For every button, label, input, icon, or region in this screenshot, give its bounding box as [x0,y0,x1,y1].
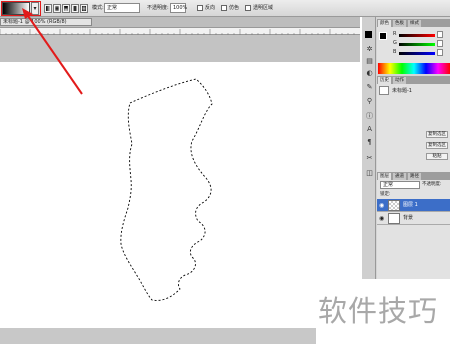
layer-name: 图层 1 [403,202,418,208]
tab-paths[interactable]: 路径 [408,173,421,180]
tab-channels[interactable]: 通道 [393,173,406,180]
slider-r[interactable]: R [393,31,443,39]
tab-layers[interactable]: 图层 [378,173,391,180]
color-panel-tabs: 颜色 色板 样式 [377,19,450,27]
text-icon[interactable]: A [365,125,374,134]
layers-icon[interactable]: ◫ [365,169,374,178]
transparency-checkbox[interactable] [245,5,251,11]
watermark: 软件技巧 [318,294,439,328]
options-bar: ▾ 模式: 正常 不透明度: 100% 反向 仿色 透明区域 [0,0,450,17]
horizontal-scrollbar[interactable] [0,328,316,344]
foreground-swatch[interactable] [379,32,387,40]
layer-thumbnail [388,200,400,211]
blend-mode-select[interactable]: 正常 [380,181,420,189]
angle-gradient-button[interactable] [62,4,70,13]
layers-opacity-label: 不透明度: [422,182,442,187]
foreground-color-icon[interactable] [365,31,372,38]
layer-row-1[interactable]: ◉ 图层 1 [377,199,450,212]
layer-row-background[interactable]: ◉ 背景 [377,212,450,225]
diamond-gradient-button[interactable] [80,4,88,13]
tab-styles[interactable]: 样式 [408,20,421,27]
brush-icon[interactable]: ✎ [365,83,374,92]
reverse-label: 反向 [205,5,216,11]
linear-gradient-button[interactable] [44,4,52,13]
slider-b[interactable]: B [393,49,443,57]
paragraph-icon[interactable]: ¶ [365,138,374,147]
tab-history[interactable]: 历史 [378,77,391,84]
dither-label: 仿色 [229,5,240,11]
info-icon[interactable]: ⓘ [365,112,374,121]
layer-thumbnail [388,213,400,224]
history-icon[interactable]: ▤ [365,57,374,66]
radial-gradient-button[interactable] [53,4,61,13]
history-panel-tabs: 历史 动作 [377,76,450,84]
eye-icon[interactable]: ◉ [379,202,386,209]
reverse-checkbox[interactable] [197,5,203,11]
copy-selection-button-1[interactable]: 复制选区 [426,131,448,138]
selection-outline [120,78,213,301]
document-canvas[interactable] [0,62,360,328]
star-icon[interactable]: ✲ [365,45,374,54]
panel-icon-strip: ✲ ▤ ◐ ✎ ⚲ ⓘ A ¶ ✂ ◫ [362,17,376,279]
pasteboard [0,35,360,62]
layers-lock-label: 锁定: [380,192,391,197]
history-snapshot-thumb [379,86,389,95]
tab-actions[interactable]: 动作 [393,77,406,84]
selection-marquee [120,78,213,301]
stamp-icon[interactable]: ⚲ [365,97,374,106]
transparency-label: 透明区域 [253,5,274,11]
reflected-gradient-button[interactable] [71,4,79,13]
mode-select[interactable]: 正常 [104,3,140,13]
ruler [0,27,360,36]
adjust-icon[interactable]: ◐ [365,69,374,78]
history-item[interactable]: 未标题-1 [392,87,412,94]
opacity-label: 不透明度: [147,5,169,11]
dither-checkbox[interactable] [221,5,227,11]
paste-button[interactable]: 粘贴 [426,153,448,160]
mode-label: 模式: [92,5,104,11]
slider-g[interactable]: G [393,40,443,48]
copy-selection-button-2[interactable]: 复制选区 [426,142,448,149]
document-tab[interactable]: 未标题-1 @ 100% (RGB/8) [0,18,92,26]
layer-name: 背景 [403,215,414,221]
tools-icon[interactable]: ✂ [365,154,374,163]
tab-color[interactable]: 颜色 [378,20,391,27]
color-spectrum[interactable] [378,63,450,74]
annotation-highlight-box [1,1,41,16]
opacity-input[interactable]: 100% [170,3,187,13]
layers-panel-tabs: 图层 通道 路径 [377,172,450,180]
tab-swatches[interactable]: 色板 [393,20,406,27]
eye-icon[interactable]: ◉ [379,215,386,222]
